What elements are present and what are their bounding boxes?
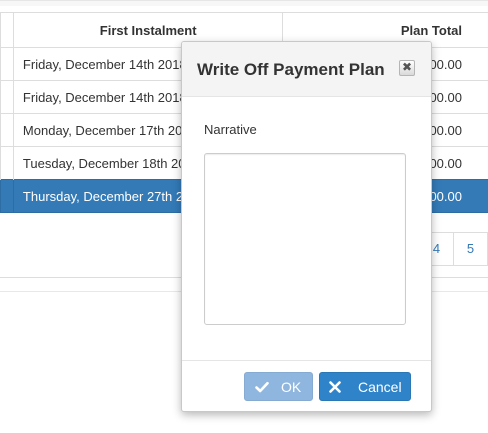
row-select-cell[interactable] [0,113,14,147]
ok-button-label: OK [281,378,302,395]
check-icon [255,380,269,394]
dialog-footer: OK Cancel [182,360,431,411]
page-link-5[interactable]: 5 [453,232,488,266]
ok-button[interactable]: OK [244,372,313,401]
row-select-cell[interactable] [0,80,14,114]
narrative-textarea[interactable] [204,153,406,325]
close-button[interactable]: ✖ [399,60,415,76]
cancel-button[interactable]: Cancel [319,372,411,401]
narrative-label: Narrative [204,122,257,137]
row-select-cell[interactable] [0,179,14,213]
x-icon [329,380,343,394]
dialog-title: Write Off Payment Plan [197,60,385,79]
header-select-column [0,12,14,48]
row-select-cell[interactable] [0,146,14,180]
cancel-button-label: Cancel [358,378,402,395]
close-icon: ✖ [401,60,413,74]
dialog-header: Write Off Payment Plan ✖ [182,42,431,97]
write-off-dialog: Write Off Payment Plan ✖ Narrative OK Ca… [181,41,432,412]
top-border [0,0,488,6]
row-select-cell[interactable] [0,47,14,81]
